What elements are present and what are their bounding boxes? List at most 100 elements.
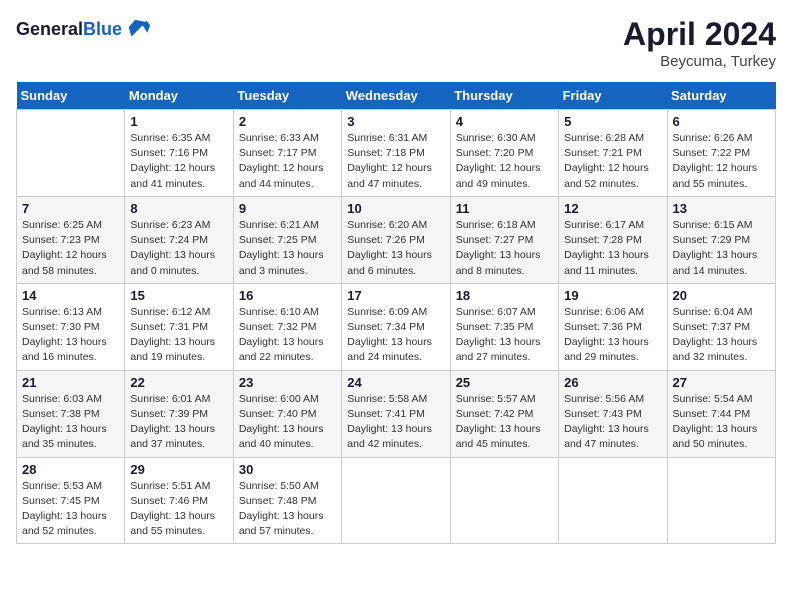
calendar-cell: 5Sunrise: 6:28 AMSunset: 7:21 PMDaylight… — [559, 110, 667, 197]
calendar-cell: 3 Sunrise: 6:31 AMSunset: 7:18 PMDaylight… — [342, 110, 450, 197]
week-row-2: 7 Sunrise: 6:25 AMSunset: 7:23 PMDaylight… — [17, 196, 776, 283]
day-number: 28 — [22, 462, 119, 477]
calendar-cell: 16Sunrise: 6:10 AMSunset: 7:32 PMDayligh… — [233, 283, 341, 370]
logo: GeneralBlue — [16, 16, 152, 44]
calendar-cell: 17 Sunrise: 6:09 AMSunset: 7:34 PMDayligh… — [342, 283, 450, 370]
day-info: Sunrise: 6:26 AMSunset: 7:22 PMDaylight:… — [673, 131, 770, 192]
col-header-monday: Monday — [125, 82, 233, 110]
day-info: Sunrise: 5:58 AMSunset: 7:41 PMDaylight:… — [347, 392, 444, 453]
calendar-cell: 4Sunrise: 6:30 AMSunset: 7:20 PMDaylight… — [450, 110, 558, 197]
day-info: Sunrise: 6:35 AMSunset: 7:16 PMDaylight:… — [130, 131, 227, 192]
day-info: Sunrise: 5:50 AMSunset: 7:48 PMDaylight:… — [239, 479, 336, 540]
week-row-3: 14 Sunrise: 6:13 AMSunset: 7:30 PMDayligh… — [17, 283, 776, 370]
day-number: 11 — [456, 201, 553, 216]
day-number: 27 — [673, 375, 770, 390]
calendar-cell: 12Sunrise: 6:17 AMSunset: 7:28 PMDayligh… — [559, 196, 667, 283]
day-info: Sunrise: 6:06 AMSunset: 7:36 PMDaylight:… — [564, 305, 661, 366]
day-number: 21 — [22, 375, 119, 390]
day-number: 9 — [239, 201, 336, 216]
calendar-cell — [667, 457, 775, 544]
day-info: Sunrise: 6:17 AMSunset: 7:28 PMDaylight:… — [564, 218, 661, 279]
day-number: 7 — [22, 201, 119, 216]
day-number: 6 — [673, 114, 770, 129]
day-info: Sunrise: 6:07 AMSunset: 7:35 PMDaylight:… — [456, 305, 553, 366]
calendar-cell — [559, 457, 667, 544]
day-info: Sunrise: 6:33 AMSunset: 7:17 PMDaylight:… — [239, 131, 336, 192]
calendar-cell: 26 Sunrise: 5:56 AMSunset: 7:43 PMDayligh… — [559, 370, 667, 457]
day-number: 10 — [347, 201, 444, 216]
col-header-sunday: Sunday — [17, 82, 125, 110]
calendar-cell: 10 Sunrise: 6:20 AMSunset: 7:26 PMDayligh… — [342, 196, 450, 283]
day-number: 25 — [456, 375, 553, 390]
calendar-cell: 22 Sunrise: 6:01 AMSunset: 7:39 PMDayligh… — [125, 370, 233, 457]
day-number: 23 — [239, 375, 336, 390]
day-info: Sunrise: 6:31 AMSunset: 7:18 PMDaylight:… — [347, 131, 444, 192]
calendar-cell: 24 Sunrise: 5:58 AMSunset: 7:41 PMDayligh… — [342, 370, 450, 457]
header-row: SundayMondayTuesdayWednesdayThursdayFrid… — [17, 82, 776, 110]
month-year: April 2024 — [623, 16, 776, 53]
day-number: 13 — [673, 201, 770, 216]
day-info: Sunrise: 6:09 AMSunset: 7:34 PMDaylight:… — [347, 305, 444, 366]
calendar-cell: 7 Sunrise: 6:25 AMSunset: 7:23 PMDaylight… — [17, 196, 125, 283]
calendar-cell: 15Sunrise: 6:12 AMSunset: 7:31 PMDayligh… — [125, 283, 233, 370]
calendar-cell: 23 Sunrise: 6:00 AMSunset: 7:40 PMDayligh… — [233, 370, 341, 457]
day-info: Sunrise: 6:04 AMSunset: 7:37 PMDaylight:… — [673, 305, 770, 366]
day-info: Sunrise: 6:00 AMSunset: 7:40 PMDaylight:… — [239, 392, 336, 453]
day-info: Sunrise: 5:54 AMSunset: 7:44 PMDaylight:… — [673, 392, 770, 453]
day-number: 20 — [673, 288, 770, 303]
day-info: Sunrise: 5:53 AMSunset: 7:45 PMDaylight:… — [22, 479, 119, 540]
calendar-cell: 1 Sunrise: 6:35 AMSunset: 7:16 PMDaylight… — [125, 110, 233, 197]
calendar-cell: 30 Sunrise: 5:50 AMSunset: 7:48 PMDayligh… — [233, 457, 341, 544]
calendar-cell: 6 Sunrise: 6:26 AMSunset: 7:22 PMDaylight… — [667, 110, 775, 197]
logo-text: GeneralBlue — [16, 20, 122, 40]
day-info: Sunrise: 6:10 AMSunset: 7:32 PMDaylight:… — [239, 305, 336, 366]
day-number: 3 — [347, 114, 444, 129]
day-info: Sunrise: 6:01 AMSunset: 7:39 PMDaylight:… — [130, 392, 227, 453]
day-info: Sunrise: 6:25 AMSunset: 7:23 PMDaylight:… — [22, 218, 119, 279]
day-info: Sunrise: 6:13 AMSunset: 7:30 PMDaylight:… — [22, 305, 119, 366]
day-info: Sunrise: 5:56 AMSunset: 7:43 PMDaylight:… — [564, 392, 661, 453]
logo-icon — [124, 16, 152, 44]
week-row-5: 28 Sunrise: 5:53 AMSunset: 7:45 PMDayligh… — [17, 457, 776, 544]
day-number: 17 — [347, 288, 444, 303]
col-header-thursday: Thursday — [450, 82, 558, 110]
day-number: 22 — [130, 375, 227, 390]
col-header-tuesday: Tuesday — [233, 82, 341, 110]
col-header-wednesday: Wednesday — [342, 82, 450, 110]
day-number: 2 — [239, 114, 336, 129]
day-info: Sunrise: 6:15 AMSunset: 7:29 PMDaylight:… — [673, 218, 770, 279]
location: Beycuma, Turkey — [623, 53, 776, 70]
calendar-cell — [17, 110, 125, 197]
calendar-cell: 28 Sunrise: 5:53 AMSunset: 7:45 PMDayligh… — [17, 457, 125, 544]
day-info: Sunrise: 6:20 AMSunset: 7:26 PMDaylight:… — [347, 218, 444, 279]
day-number: 1 — [130, 114, 227, 129]
col-header-friday: Friday — [559, 82, 667, 110]
day-info: Sunrise: 6:30 AMSunset: 7:20 PMDaylight:… — [456, 131, 553, 192]
day-info: Sunrise: 6:12 AMSunset: 7:31 PMDaylight:… — [130, 305, 227, 366]
calendar-cell: 11 Sunrise: 6:18 AMSunset: 7:27 PMDayligh… — [450, 196, 558, 283]
calendar-cell: 19 Sunrise: 6:06 AMSunset: 7:36 PMDayligh… — [559, 283, 667, 370]
page-header: GeneralBlue April 2024 Beycuma, Turkey — [16, 16, 776, 70]
day-number: 24 — [347, 375, 444, 390]
day-info: Sunrise: 6:21 AMSunset: 7:25 PMDaylight:… — [239, 218, 336, 279]
week-row-1: 1 Sunrise: 6:35 AMSunset: 7:16 PMDaylight… — [17, 110, 776, 197]
day-info: Sunrise: 5:57 AMSunset: 7:42 PMDaylight:… — [456, 392, 553, 453]
calendar-cell: 20 Sunrise: 6:04 AMSunset: 7:37 PMDayligh… — [667, 283, 775, 370]
day-number: 14 — [22, 288, 119, 303]
calendar-cell: 27 Sunrise: 5:54 AMSunset: 7:44 PMDayligh… — [667, 370, 775, 457]
day-number: 19 — [564, 288, 661, 303]
calendar-cell: 2 Sunrise: 6:33 AMSunset: 7:17 PMDaylight… — [233, 110, 341, 197]
title-block: April 2024 Beycuma, Turkey — [623, 16, 776, 70]
col-header-saturday: Saturday — [667, 82, 775, 110]
calendar-cell — [342, 457, 450, 544]
day-info: Sunrise: 6:18 AMSunset: 7:27 PMDaylight:… — [456, 218, 553, 279]
day-number: 8 — [130, 201, 227, 216]
week-row-4: 21 Sunrise: 6:03 AMSunset: 7:38 PMDayligh… — [17, 370, 776, 457]
day-info: Sunrise: 6:03 AMSunset: 7:38 PMDaylight:… — [22, 392, 119, 453]
day-number: 30 — [239, 462, 336, 477]
day-info: Sunrise: 6:23 AMSunset: 7:24 PMDaylight:… — [130, 218, 227, 279]
calendar-cell: 8 Sunrise: 6:23 AMSunset: 7:24 PMDaylight… — [125, 196, 233, 283]
calendar-cell: 25 Sunrise: 5:57 AMSunset: 7:42 PMDayligh… — [450, 370, 558, 457]
day-number: 26 — [564, 375, 661, 390]
calendar-cell: 13 Sunrise: 6:15 AMSunset: 7:29 PMDayligh… — [667, 196, 775, 283]
